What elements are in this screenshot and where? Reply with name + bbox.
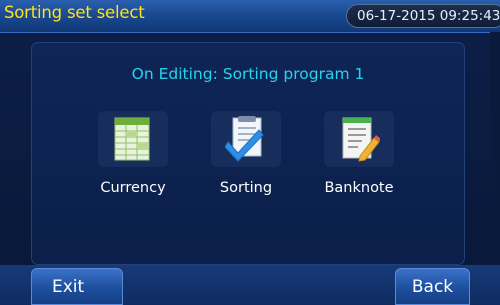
currency-tile[interactable] [98,111,168,167]
sorting-tile[interactable] [211,111,281,167]
checklist-icon [225,116,264,162]
spreadsheet-icon [114,117,150,161]
back-button[interactable]: Back [395,268,470,305]
editing-title: On Editing: Sorting program 1 [131,65,365,83]
title-bar: Sorting set select 06-17-2015 09:25:43 [0,0,500,33]
banknote-option[interactable]: Banknote [309,111,409,211]
datetime-display: 06-17-2015 09:25:43 [346,4,500,28]
footer-bar: Exit Back [0,265,500,305]
document-edit-icon [342,117,380,162]
banknote-label: Banknote [324,180,394,196]
sorting-label: Sorting [219,180,273,196]
currency-label: Currency [100,180,166,196]
banknote-tile[interactable] [324,111,394,167]
main-panel: On Editing: Sorting program 1 Currency S… [31,42,465,265]
currency-option[interactable]: Currency [83,111,183,211]
exit-button[interactable]: Exit [31,268,123,305]
right-edge [490,32,500,265]
screen: Sorting set select 06-17-2015 09:25:43 O… [0,0,500,305]
window-title: Sorting set select [4,3,145,22]
sorting-option[interactable]: Sorting [196,111,296,211]
